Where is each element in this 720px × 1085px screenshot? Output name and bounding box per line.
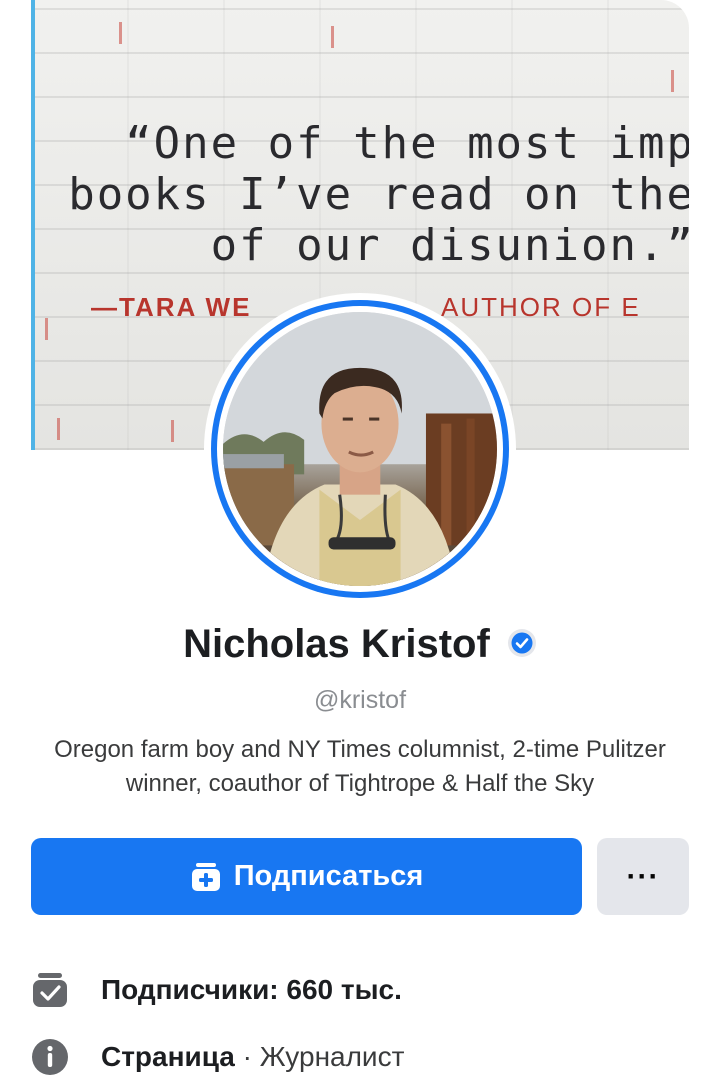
profile-name-row: Nicholas Kristof — [0, 622, 720, 667]
avatar-photo — [223, 312, 497, 586]
profile-handle: @kristof — [313, 686, 407, 714]
more-options-label: ··· — [626, 859, 660, 893]
subscribe-button-label: Подписаться — [233, 860, 424, 892]
page-type-label: Страница — [101, 1041, 235, 1072]
brick-mark — [171, 420, 174, 442]
page-category: Журналист — [259, 1041, 405, 1072]
cover-quote-line: of our disunion.” — [210, 220, 689, 271]
info-icon — [32, 1039, 68, 1075]
profile-avatar[interactable] — [204, 293, 516, 605]
subscribe-button[interactable]: Подписаться — [31, 838, 582, 915]
cover-quote-line: “One of the most imp — [125, 118, 689, 169]
brick-mark — [331, 26, 334, 48]
brick-mark — [57, 418, 60, 440]
cover-quote: “One of the most imp books I’ve read on t… — [68, 118, 689, 271]
brick-mark — [671, 70, 674, 92]
add-subscribe-icon — [191, 862, 220, 891]
verified-badge-icon[interactable] — [507, 628, 537, 658]
cover-edge-line — [31, 0, 35, 450]
followers-icon — [33, 973, 67, 1007]
brick-mark — [45, 318, 48, 340]
more-options-button[interactable]: ··· — [597, 838, 689, 915]
followers-row[interactable]: Подписчики: 660 тыс. — [31, 968, 691, 1012]
profile-name: Nicholas Kristof — [183, 622, 490, 666]
brick-mark — [119, 22, 122, 44]
avatar-portrait — [223, 312, 497, 586]
avatar-story-ring — [211, 300, 509, 598]
profile-bio: Oregon farm boy and NY Times columnist, … — [54, 736, 666, 797]
followers-count: Подписчики: 660 тыс. — [101, 974, 402, 1005]
page-category-row: Страница · Журналист — [31, 1035, 691, 1079]
cover-quote-line: books I’ve read on the — [68, 169, 689, 220]
page-separator: · — [234, 1041, 260, 1072]
profile-page: “One of the most imp books I’ve read on t… — [0, 0, 720, 1085]
